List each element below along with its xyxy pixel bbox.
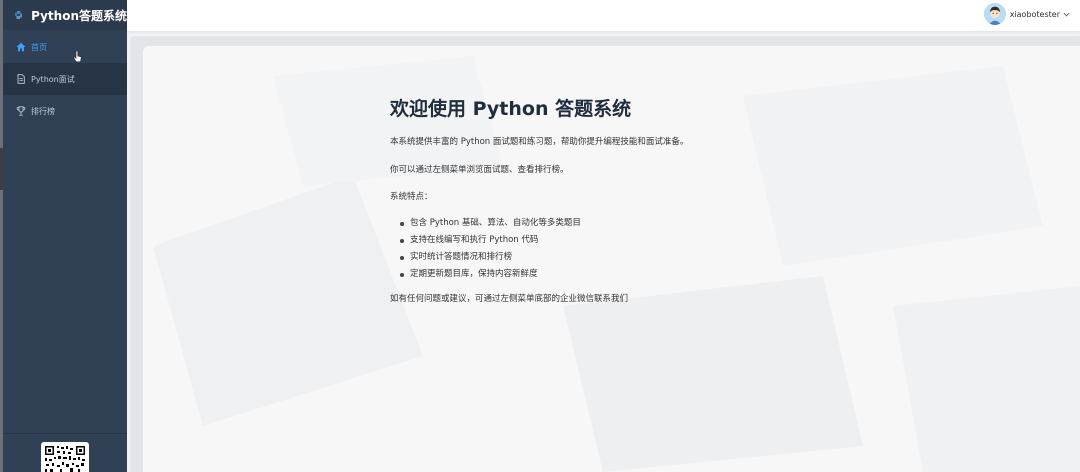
sidebar-item-leaderboard[interactable]: 排行榜 (3, 95, 127, 127)
contact-text: 如有任何问题或建议，可通过左侧菜单底部的企业微信联系我们 (390, 294, 629, 304)
user-avatar-icon[interactable] (983, 3, 1006, 25)
sidebar-item-python-interview[interactable]: Python面试 (3, 63, 127, 95)
features-title: 系统特点： (390, 192, 433, 202)
user-menu[interactable]: xiaobotester (983, 3, 1070, 25)
sidebar-item-label: 首页 (31, 42, 47, 52)
sidebar-item-label: Python面试 (31, 74, 75, 84)
welcome-card: 欢迎使用 Python 答题系统 本系统提供丰富的 Python 面试题和练习题… (143, 46, 1080, 472)
sidebar: Python答题系统 首页 Python面试 排行榜 (3, 0, 127, 472)
top-navbar: xiaobotester (127, 0, 1080, 31)
sidebar-divider (3, 433, 127, 434)
list-item: 包含 Python 基础、算法、自动化等多类题目 (400, 215, 950, 232)
brand[interactable]: Python答题系统 (3, 0, 127, 30)
list-item: 支持在线编写和执行 Python 代码 (400, 232, 950, 249)
list-item: 实时统计答题情况和排行榜 (400, 249, 950, 266)
sidebar-item-label: 排行榜 (31, 106, 55, 116)
wechat-qr-code[interactable] (41, 442, 89, 472)
list-item: 定期更新题目库，保持内容新鲜度 (400, 266, 950, 283)
trophy-icon (16, 106, 26, 116)
username: xiaobotester (1009, 9, 1060, 19)
home-icon (16, 42, 26, 52)
mouse-pointer-icon (73, 51, 82, 63)
chevron-down-icon (1063, 12, 1070, 16)
nav-hint-text: 你可以通过左侧菜单浏览面试题、查看排行榜。 (390, 165, 569, 175)
features-list: 包含 Python 基础、算法、自动化等多类题目 支持在线编写和执行 Pytho… (400, 215, 950, 283)
qr-code-icon (45, 446, 85, 472)
intro-text: 本系统提供丰富的 Python 面试题和练习题，帮助你提升编程技能和面试准备。 (390, 137, 689, 147)
sidebar-menu: 首页 Python面试 排行榜 (3, 31, 127, 127)
python-logo-icon (15, 11, 23, 19)
welcome-article: 欢迎使用 Python 答题系统 本系统提供丰富的 Python 面试题和练习题… (390, 98, 950, 305)
page-title: 欢迎使用 Python 答题系统 (390, 98, 632, 120)
app-title: Python答题系统 (31, 8, 127, 23)
sidebar-item-home[interactable]: 首页 (3, 31, 127, 63)
document-icon (17, 74, 25, 84)
